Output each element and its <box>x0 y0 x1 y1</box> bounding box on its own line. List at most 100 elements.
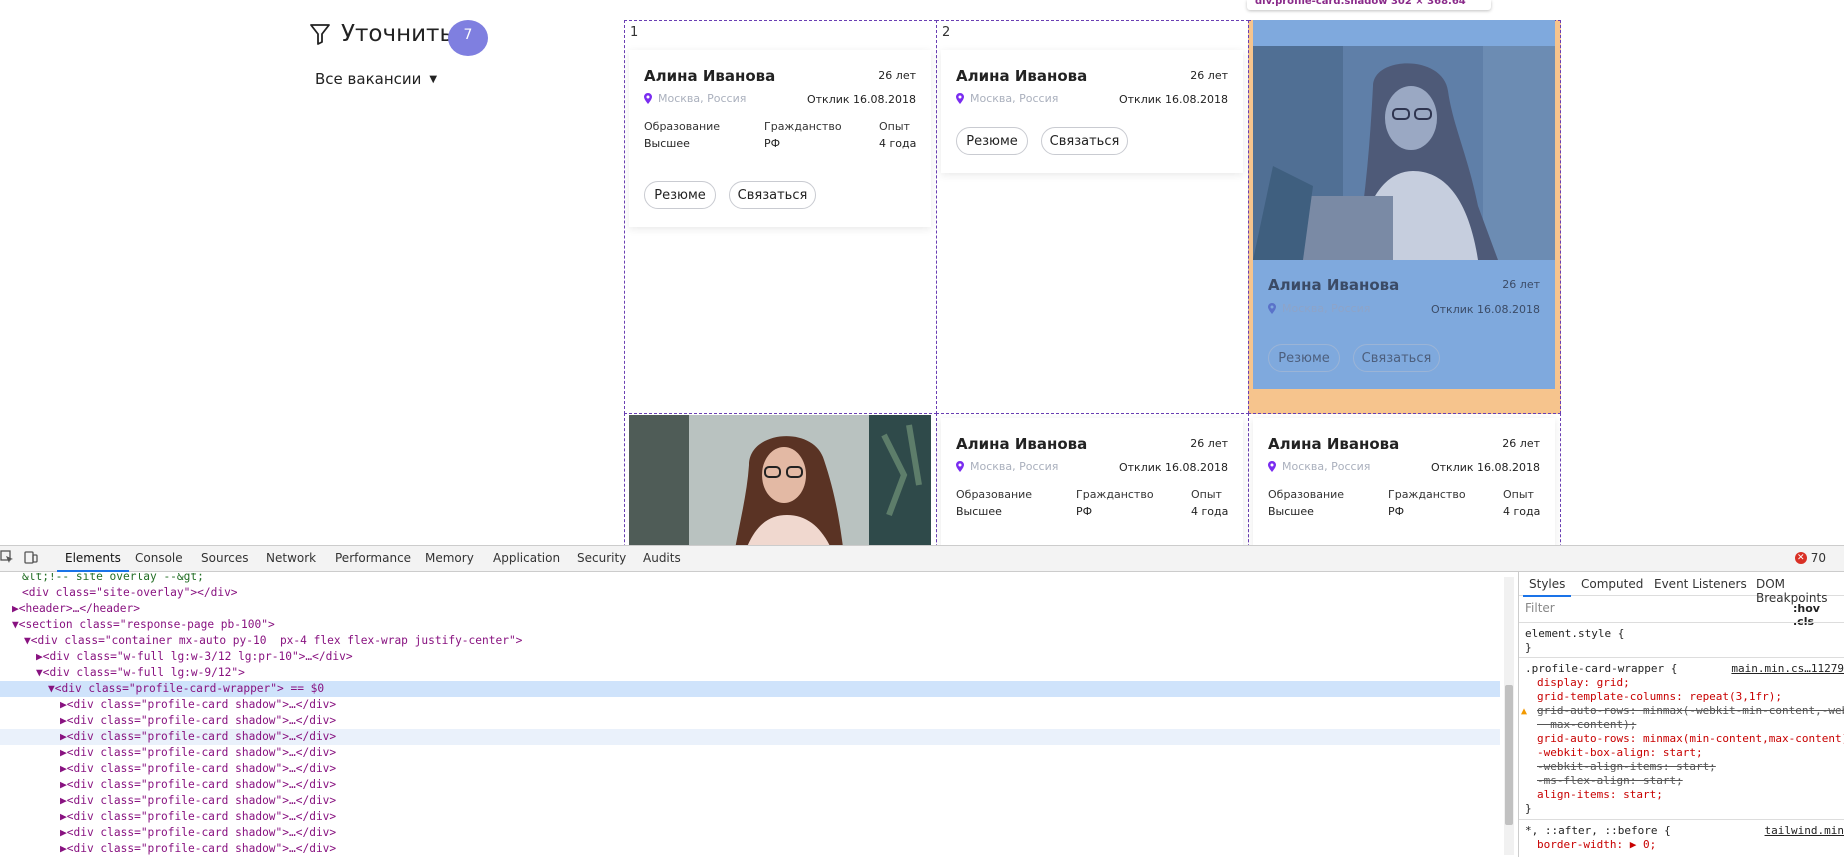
styles-filter-input[interactable]: Filter <box>1525 601 1775 619</box>
css-property[interactable]: grid-template-columns: repeat(3,1fr); <box>1537 690 1782 704</box>
css-property[interactable]: -webkit-box-align: start; <box>1537 746 1703 760</box>
dom-line[interactable]: ▼<section class="response-page pb-100"> <box>0 617 275 633</box>
tab-application[interactable]: Application <box>493 551 560 565</box>
citizenship-value: РФ <box>1388 505 1405 518</box>
dom-line[interactable]: ▶<div class="profile-card shadow">…</div… <box>0 745 336 761</box>
experience-value: 4 года <box>879 137 917 150</box>
rule-close: } <box>1525 802 1532 815</box>
dom-line-text: ▼<div class="w-full lg:w-9/12"> <box>36 666 245 679</box>
tab-console[interactable]: Console <box>135 551 183 565</box>
location-pin-icon <box>956 461 964 472</box>
devtools-panel: Elements Console Sources Network Perform… <box>0 545 1844 857</box>
citizenship-value: РФ <box>764 137 781 150</box>
tab-network[interactable]: Network <box>266 551 316 565</box>
dom-line[interactable]: ▶<div class="profile-card shadow">…</div… <box>0 761 336 777</box>
candidate-photo-image <box>1253 46 1555 260</box>
css-property-overridden[interactable]: -ms-flex-align: start; <box>1537 774 1683 788</box>
citizenship-label: Гражданство <box>1388 488 1466 501</box>
dom-line[interactable]: &lt;!-- site overlay --&gt; <box>0 573 204 585</box>
dom-line[interactable]: ▶<div class="profile-card shadow">…</div… <box>0 809 336 825</box>
css-property[interactable]: border-width: ▶ 0; <box>1537 838 1656 852</box>
dom-line[interactable]: ▼<div class="w-full lg:w-9/12"> <box>0 665 245 681</box>
hov-cls-toggle[interactable]: :hov .cls <box>1793 602 1844 628</box>
dom-line[interactable]: ▶<div class="profile-card shadow">…</div… <box>0 777 336 793</box>
dom-line[interactable]: ▶<div class="profile-card shadow">…</div… <box>0 825 336 841</box>
dom-line-text: ▶<div class="profile-card shadow">…</div… <box>60 698 337 711</box>
tab-styles[interactable]: Styles <box>1522 577 1572 597</box>
universal-selector[interactable]: *, ::after, ::before { <box>1525 824 1671 838</box>
candidate-age: 26 лет <box>1502 278 1540 291</box>
error-counter[interactable]: ✕ 70 <box>1794 551 1826 565</box>
dom-line[interactable]: ▶<div class="profile-card shadow">…</div… <box>0 697 336 713</box>
contact-button[interactable]: Связаться <box>1353 344 1440 372</box>
divider <box>1519 657 1844 658</box>
elements-dom-tree[interactable]: &lt;!-- site overlay --&gt; <div class="… <box>0 573 1500 857</box>
candidate-location: Москва, Россия <box>1268 302 1370 315</box>
css-property[interactable]: display: grid; <box>1537 676 1630 690</box>
resume-button[interactable]: Резюме <box>644 181 716 209</box>
css-property-overridden[interactable]: -webkit-align-items: start; <box>1537 760 1716 774</box>
resume-button[interactable]: Резюме <box>1268 344 1340 372</box>
response-date: Отклик 16.08.2018 <box>1430 303 1540 316</box>
candidate-name: Алина Иванова <box>644 67 776 85</box>
tab-performance[interactable]: Performance <box>335 551 411 565</box>
dom-line[interactable]: ▶<div class="profile-card shadow">…</div… <box>0 841 336 857</box>
location-pin-icon <box>1268 461 1276 472</box>
universal-source-link[interactable]: tailwind.min <box>1765 824 1844 837</box>
location-text: Москва, Россия <box>1282 460 1371 473</box>
scrollbar-thumb[interactable] <box>1505 685 1513 825</box>
dom-line[interactable]: ▶<header>…</header> <box>0 601 140 617</box>
css-property-overridden[interactable]: grid-auto-rows: minmax(-webkit-min-conte… <box>1537 704 1844 718</box>
grid-cell-number: 2 <box>942 25 951 40</box>
dom-line-text: <div class="site-overlay"></div> <box>22 586 238 599</box>
dom-line-hovered[interactable]: ▶<div class="profile-card shadow">…</div… <box>0 729 1500 745</box>
dom-line[interactable]: ▶<div class="w-full lg:w-3/12 lg:pr-10">… <box>0 649 353 665</box>
experience-value: 4 года <box>1503 505 1541 518</box>
dom-line-text: ▶<div class="profile-card shadow">…</div… <box>60 794 337 807</box>
tab-sources[interactable]: Sources <box>201 551 248 565</box>
candidate-name: Алина Иванова <box>956 67 1088 85</box>
tab-memory[interactable]: Memory <box>425 551 474 565</box>
profile-card: Алина Иванова 26 лет Москва, Россия Откл… <box>629 50 931 227</box>
location-text: Москва, Россия <box>970 460 1059 473</box>
dom-line[interactable]: ▼<div class="container mx-auto py-10 px-… <box>0 633 522 649</box>
dom-line-selected[interactable]: ▼<div class="profile-card-wrapper"> == $… <box>0 681 1500 697</box>
device-toolbar-icon[interactable] <box>24 550 38 564</box>
dom-line[interactable]: ▶<div class="profile-card shadow">…</div… <box>0 713 336 729</box>
element-style-rule[interactable]: element.style { <box>1525 627 1624 641</box>
tab-audits[interactable]: Audits <box>643 551 681 565</box>
dom-line[interactable]: ▶<div class="profile-card shadow">…</div… <box>0 793 336 809</box>
vacancy-select[interactable]: Все вакансии ▼ <box>315 70 437 88</box>
dom-line-text: ▼<div class="container mx-auto py-10 px-… <box>24 634 523 647</box>
education-value: Высшее <box>644 137 690 150</box>
resume-button[interactable]: Резюме <box>956 127 1028 155</box>
dom-line-text: ▶<div class="profile-card shadow">…</div… <box>60 826 337 839</box>
inspect-element-icon[interactable] <box>0 550 14 564</box>
tab-event-listeners[interactable]: Event Listeners <box>1654 577 1747 591</box>
rule-selector[interactable]: .profile-card-wrapper { <box>1525 662 1677 676</box>
contact-button[interactable]: Связаться <box>1041 127 1128 155</box>
candidate-location: Москва, Россия <box>956 460 1058 473</box>
rule-close: } <box>1525 641 1532 654</box>
filter-heading[interactable]: Уточнить <box>309 21 453 47</box>
candidate-photo-image <box>629 415 931 545</box>
dom-line[interactable]: <div class="site-overlay"></div> <box>0 585 238 601</box>
css-property[interactable]: align-items: start; <box>1537 788 1663 802</box>
experience-label: Опыт <box>879 120 910 133</box>
location-text: Москва, Россия <box>658 92 747 105</box>
candidate-location: Москва, Россия <box>644 92 746 105</box>
elements-scrollbar[interactable] <box>1504 577 1514 855</box>
rule-source-link[interactable]: main.min.cs…11279 <box>1731 662 1844 675</box>
contact-button[interactable]: Связаться <box>729 181 816 209</box>
css-property[interactable]: grid-auto-rows: minmax(min-content,max-c… <box>1537 732 1844 746</box>
dom-line-text: ▼<section class="response-page pb-100"> <box>12 618 275 631</box>
profile-card: Алина Иванова 26 лет Москва, Россия Откл… <box>941 50 1243 173</box>
profile-card <box>629 415 931 545</box>
filter-icon <box>310 24 330 45</box>
css-property-overridden[interactable]: max-content); <box>1537 718 1636 732</box>
tab-security[interactable]: Security <box>577 551 626 565</box>
tab-elements[interactable]: Elements <box>57 551 129 572</box>
tab-computed[interactable]: Computed <box>1581 577 1643 591</box>
citizenship-value: РФ <box>1076 505 1093 518</box>
devtools-tab-bar: Elements Console Sources Network Perform… <box>0 546 1844 572</box>
